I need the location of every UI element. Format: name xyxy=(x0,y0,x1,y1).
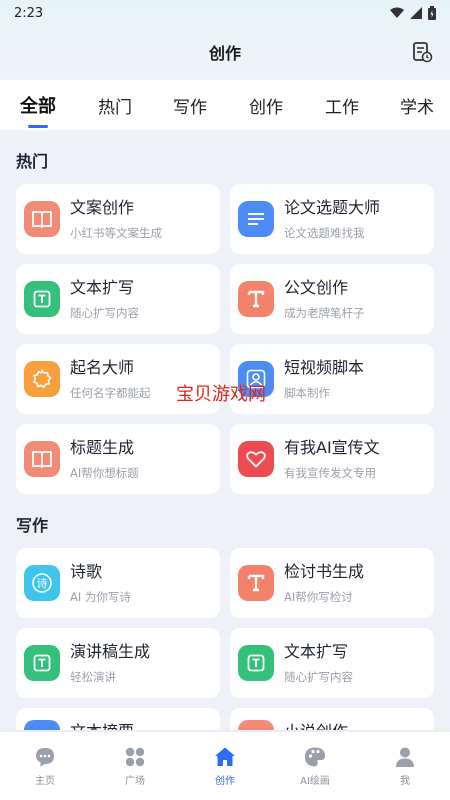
nav-square[interactable]: 广场 xyxy=(105,746,165,787)
card-name: 有我AI宣传文 xyxy=(284,438,380,457)
card-name: 标题生成 xyxy=(70,438,135,457)
card-speech[interactable]: 演讲稿生成 轻松演讲 xyxy=(16,628,220,698)
nav-label: AI绘画 xyxy=(300,776,330,787)
card-name: 短视频脚本 xyxy=(284,358,365,377)
card-name: 小说创作 xyxy=(284,721,348,730)
status-time: 2:23 xyxy=(14,5,44,21)
card-desc: 轻松演讲 xyxy=(70,670,116,684)
card-name: 公文创作 xyxy=(284,278,349,297)
card-novel[interactable]: 小说创作 xyxy=(230,708,434,730)
card-desc: 随心扩写内容 xyxy=(70,306,139,320)
book-icon xyxy=(24,201,60,237)
svg-text:诗: 诗 xyxy=(37,576,48,590)
letter-t-icon xyxy=(238,565,274,601)
bottom-nav: 主页 广场 创作 AI绘画 我 xyxy=(0,732,450,800)
home-icon xyxy=(215,747,235,766)
nav-label: 广场 xyxy=(125,776,145,787)
card-desc: 有我宣传发文专用 xyxy=(284,466,376,480)
tab-creation[interactable]: 创作 xyxy=(249,80,283,130)
card-copywriting[interactable]: 文案创作 小红书等文案生成 xyxy=(16,184,220,254)
nav-label: 我 xyxy=(400,776,410,787)
user-icon xyxy=(396,747,414,767)
heart-icon xyxy=(238,441,274,477)
category-tabs: 全部 热门 写作 创作 工作 学术 xyxy=(0,80,450,130)
nav-label: 创作 xyxy=(215,776,235,787)
battery-icon xyxy=(428,6,436,20)
text-t-icon xyxy=(24,281,60,317)
card-title-gen[interactable]: 标题生成 AI帮你想标题 xyxy=(16,424,220,494)
badge-icon xyxy=(24,361,60,397)
card-desc: 脚本制作 xyxy=(284,386,330,400)
grid-icon xyxy=(125,747,145,767)
chat-icon xyxy=(36,748,54,767)
watermark: 宝贝游戏网 xyxy=(176,384,266,405)
card-poetry[interactable]: 诗 诗歌 AI 为你写诗 xyxy=(16,548,220,618)
card-desc: 成为老牌笔杆子 xyxy=(284,306,365,320)
document-lines-icon xyxy=(24,720,60,730)
document-lines-icon xyxy=(238,201,274,237)
card-name: 文本摘要 xyxy=(70,721,134,730)
letter-t-icon xyxy=(238,281,274,317)
card-thesis-topic[interactable]: 论文选题大师 论文选题难找我 xyxy=(230,184,434,254)
card-promo-text[interactable]: 有我AI宣传文 有我宣传发文专用 xyxy=(230,424,434,494)
nav-label: 主页 xyxy=(35,776,55,787)
tab-hot[interactable]: 热门 xyxy=(98,80,132,130)
card-name: 演讲稿生成 xyxy=(70,642,151,661)
section-title-writing: 写作 xyxy=(16,516,49,535)
nav-ai-painting[interactable]: AI绘画 xyxy=(285,746,345,787)
card-summary[interactable]: 文本摘要 xyxy=(16,708,220,730)
tab-academic[interactable]: 学术 xyxy=(400,80,434,130)
card-name: 论文选题大师 xyxy=(284,198,381,217)
card-name: 文案创作 xyxy=(70,198,135,217)
book-icon xyxy=(238,720,274,730)
card-desc: 小红书等文案生成 xyxy=(70,226,162,240)
card-official-doc[interactable]: 公文创作 成为老牌笔杆子 xyxy=(230,264,434,334)
page-title: 创作 xyxy=(208,44,241,63)
text-t-icon xyxy=(24,645,60,681)
status-bar: 2:23 xyxy=(0,0,450,26)
nav-home[interactable]: 主页 xyxy=(15,746,75,787)
nav-me[interactable]: 我 xyxy=(375,746,435,787)
card-text-expand-2[interactable]: 文本扩写 随心扩写内容 xyxy=(230,628,434,698)
card-name: 文本扩写 xyxy=(284,642,349,661)
history-icon xyxy=(413,42,433,63)
card-desc: 随心扩写内容 xyxy=(284,670,353,684)
card-self-criticism[interactable]: 检讨书生成 AI帮你写检讨 xyxy=(230,548,434,618)
nav-creation[interactable]: 创作 xyxy=(195,746,255,787)
card-desc: AI帮你想标题 xyxy=(70,466,139,480)
section-title-hot: 热门 xyxy=(16,152,49,171)
card-desc: 任何名字都能起 xyxy=(70,386,151,400)
card-desc: AI帮你写检讨 xyxy=(284,590,353,604)
card-name: 起名大师 xyxy=(70,358,135,377)
poem-icon: 诗 xyxy=(24,565,60,601)
tab-all[interactable]: 全部 xyxy=(20,80,56,130)
card-name: 诗歌 xyxy=(70,562,103,581)
text-t-icon xyxy=(238,645,274,681)
card-name: 文本扩写 xyxy=(70,278,135,297)
signal-icon xyxy=(410,7,422,19)
card-desc: AI 为你写诗 xyxy=(70,590,131,604)
content-area: 热门 文案创作 小红书等文案生成 论文选题大师 论文选题难找我 文本扩写 随心扩… xyxy=(0,130,450,730)
palette-icon xyxy=(305,747,325,767)
card-desc: 论文选题难找我 xyxy=(284,226,365,240)
card-text-expand[interactable]: 文本扩写 随心扩写内容 xyxy=(16,264,220,334)
status-icons xyxy=(390,6,436,20)
title-bar: 创作 xyxy=(0,32,450,72)
history-button[interactable] xyxy=(410,40,434,64)
card-name: 检讨书生成 xyxy=(284,562,365,581)
tab-work[interactable]: 工作 xyxy=(325,80,359,130)
wifi-icon xyxy=(390,7,404,18)
tab-writing[interactable]: 写作 xyxy=(173,80,207,130)
book-icon xyxy=(24,441,60,477)
